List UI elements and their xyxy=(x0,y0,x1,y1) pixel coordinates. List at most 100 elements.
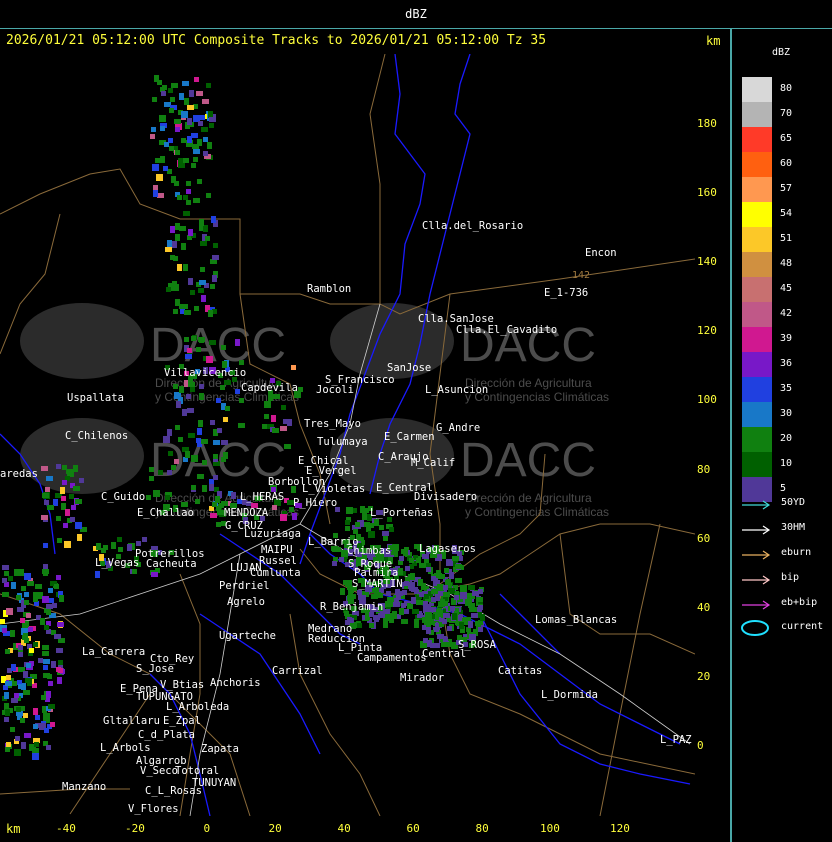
radar-pixel xyxy=(264,401,271,408)
y-tick-label: 180 xyxy=(697,117,717,130)
radar-pixel xyxy=(67,470,74,477)
radar-pixel xyxy=(35,584,42,589)
radar-pixel xyxy=(455,564,462,569)
legend-track-label: bip xyxy=(781,572,800,583)
city-label: Central xyxy=(422,648,466,660)
radar-pixel xyxy=(53,499,58,506)
radar-pixel xyxy=(264,414,269,419)
radar-pixel xyxy=(24,733,31,738)
radar-pixel xyxy=(70,517,75,522)
radar-pixel xyxy=(56,575,61,580)
legend-swatch xyxy=(742,202,772,227)
radar-pixel xyxy=(203,151,208,156)
radar-pixel xyxy=(469,605,474,612)
radar-pixel xyxy=(273,394,280,399)
radar-pixel xyxy=(399,608,404,615)
radar-pixel xyxy=(2,592,9,597)
radar-pixel xyxy=(435,573,442,578)
city-label: Totoral xyxy=(175,765,219,777)
radar-pixel xyxy=(52,603,57,608)
radar-map[interactable]: DACC Dirección de Agricultura y Contingenc… xyxy=(0,54,695,816)
radar-pixel xyxy=(41,695,46,700)
legend-track-item: 30HM xyxy=(740,522,830,536)
legend-track-item: 50YD xyxy=(740,497,830,511)
radar-pixel xyxy=(443,613,450,618)
radar-pixel xyxy=(156,174,163,181)
radar-pixel xyxy=(23,671,28,678)
border-line xyxy=(369,54,386,304)
radar-pixel xyxy=(166,287,171,292)
radar-pixel xyxy=(183,195,188,200)
radar-pixel xyxy=(11,582,16,589)
radar-pixel xyxy=(368,531,375,538)
radar-pixel xyxy=(46,691,51,698)
radar-pixel xyxy=(191,485,196,490)
radar-pixel xyxy=(185,451,190,458)
legend-swatch xyxy=(742,77,772,102)
radar-pixel xyxy=(386,591,391,596)
city-label: V_Seco xyxy=(140,765,178,777)
radar-pixel xyxy=(441,642,446,647)
radar-pixel xyxy=(174,392,181,399)
radar-pixel xyxy=(215,496,220,503)
radar-pixel xyxy=(43,569,48,576)
radar-pixel xyxy=(454,595,459,600)
radar-pixel xyxy=(184,337,189,342)
radar-pixel xyxy=(29,648,34,653)
radar-pixel xyxy=(44,500,49,505)
radar-pixel xyxy=(480,614,485,621)
radar-pixel xyxy=(10,630,15,637)
radar-pixel xyxy=(14,569,21,576)
radar-pixel xyxy=(169,108,174,113)
radar-pixel xyxy=(151,572,158,577)
radar-pixel xyxy=(478,627,483,632)
city-label: E_Challao xyxy=(137,507,194,519)
radar-pixel xyxy=(431,576,436,581)
legend-track-item: bip xyxy=(740,572,830,586)
radar-pixel xyxy=(152,164,159,171)
arrow-icon xyxy=(742,525,771,535)
city-label: L_Arbols xyxy=(100,742,151,754)
y-tick-label: 20 xyxy=(697,670,711,683)
radar-pixel xyxy=(12,681,17,686)
radar-pixel xyxy=(212,255,219,260)
radar-pixel xyxy=(362,513,367,520)
city-label: Ugarteche xyxy=(219,630,276,642)
radar-pixel xyxy=(213,440,220,445)
radar-pixel xyxy=(184,98,189,105)
x-tick-label: 120 xyxy=(610,822,630,835)
radar-pixel xyxy=(152,97,157,102)
arrow-icon xyxy=(742,600,771,610)
radar-pixel xyxy=(127,544,132,551)
radar-pixel xyxy=(201,439,208,444)
radar-pixel xyxy=(199,393,204,400)
radar-pixel xyxy=(205,236,210,241)
radar-pixel xyxy=(24,573,31,580)
radar-pixel xyxy=(167,240,172,247)
radar-pixel xyxy=(33,642,38,647)
city-label: MENDOZA xyxy=(224,507,269,519)
radar-pixel xyxy=(182,409,187,416)
legend-swatch xyxy=(742,252,772,277)
radar-pixel xyxy=(414,623,419,628)
radar-pixel xyxy=(385,601,390,608)
radar-pixel xyxy=(44,625,49,630)
legend-swatch-label: 20 xyxy=(780,433,793,444)
radar-pixel xyxy=(54,634,61,639)
x-tick-label: 60 xyxy=(406,822,420,835)
radar-pixel xyxy=(374,519,379,526)
radar-pixel xyxy=(200,241,207,246)
radar-pixel xyxy=(206,356,213,363)
radar-pixel xyxy=(177,264,182,271)
radar-pixel xyxy=(46,604,53,609)
legend-swatch-label: 5 xyxy=(780,483,787,494)
radar-pixel xyxy=(357,623,362,628)
radar-pixel xyxy=(21,742,26,749)
radar-pixel xyxy=(202,460,207,465)
legend-swatch xyxy=(742,427,772,452)
city-label: C_Chilenos xyxy=(65,430,128,442)
radar-pixel xyxy=(178,163,185,168)
radar-pixel xyxy=(181,243,186,250)
radar-pixel xyxy=(364,508,369,513)
radar-pixel xyxy=(28,627,33,632)
